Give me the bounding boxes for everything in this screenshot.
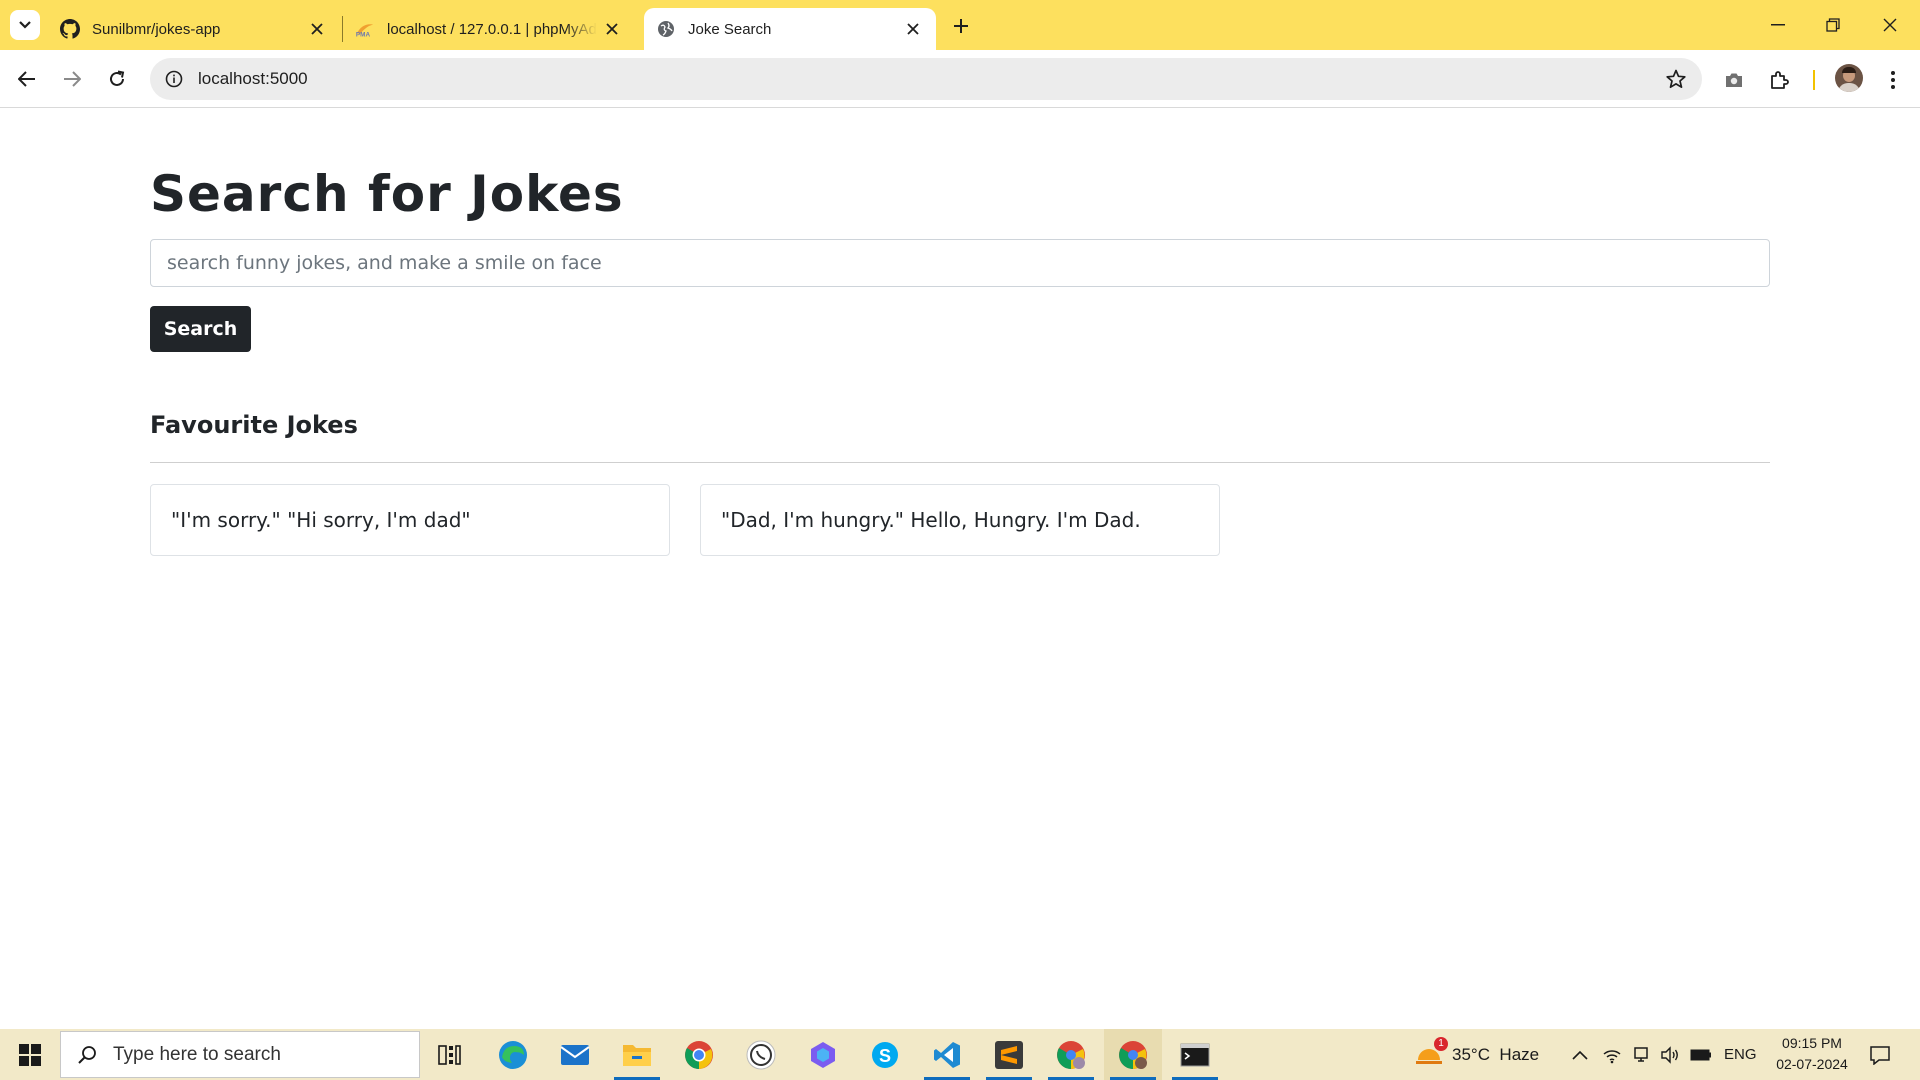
github-icon xyxy=(60,19,80,39)
skype-icon[interactable]: S xyxy=(856,1029,914,1080)
taskbar-clock[interactable]: 09:15 PM 02-07-2024 xyxy=(1764,1033,1860,1075)
browser-toolbar: localhost:5000 xyxy=(0,50,1920,108)
joke-text: "Dad, I'm hungry." Hello, Hungry. I'm Da… xyxy=(721,508,1141,532)
notification-center-icon[interactable] xyxy=(1866,1041,1894,1069)
taskbar-search-box[interactable]: Type here to search xyxy=(60,1031,420,1078)
close-window-button[interactable] xyxy=(1872,10,1908,40)
volume-icon[interactable] xyxy=(1660,1029,1680,1080)
windows-logo-icon xyxy=(19,1043,41,1066)
svg-text:PMA: PMA xyxy=(356,31,371,38)
arrow-left-icon xyxy=(18,71,35,87)
task-view-icon[interactable] xyxy=(421,1029,479,1080)
battery-icon[interactable] xyxy=(1690,1029,1712,1080)
weather-alert-badge: 1 xyxy=(1434,1036,1448,1051)
language-text: ENG xyxy=(1724,1046,1757,1063)
windows-taskbar: Type here to search S 1 35°C Haze ENG 09… xyxy=(0,1029,1920,1080)
reload-icon xyxy=(110,70,125,86)
tab-title: Joke Search xyxy=(688,20,772,38)
vscode-icon[interactable] xyxy=(918,1029,976,1080)
page-viewport: Search for Jokes Search Favourite Jokes … xyxy=(0,109,1920,1029)
mail-icon[interactable] xyxy=(546,1029,604,1080)
close-icon xyxy=(1883,18,1897,32)
toolbar-divider xyxy=(1813,70,1815,90)
tab-joke-search[interactable]: Joke Search xyxy=(644,8,936,50)
favourites-heading: Favourite Jokes xyxy=(150,411,358,439)
weather-widget[interactable]: 1 35°C Haze xyxy=(1414,1029,1539,1080)
phpmyadmin-icon: PMA xyxy=(355,19,375,39)
clock-date: 02-07-2024 xyxy=(1776,1056,1848,1072)
page-title: Search for Jokes xyxy=(150,165,624,223)
minimize-button[interactable] xyxy=(1760,10,1796,40)
joke-card: "Dad, I'm hungry." Hello, Hungry. I'm Da… xyxy=(700,484,1220,556)
profile-avatar[interactable] xyxy=(1835,64,1863,92)
tab-title: localhost / 127.0.0.1 | phpMyAdmin xyxy=(387,20,597,38)
divider xyxy=(150,462,1770,463)
weather-text: 35°C Haze xyxy=(1452,1044,1540,1064)
start-button[interactable] xyxy=(0,1029,60,1080)
copilot-icon[interactable] xyxy=(794,1029,852,1080)
whatsapp-icon[interactable] xyxy=(732,1029,790,1080)
joke-text: "I'm sorry." "Hi sorry, I'm dad" xyxy=(171,508,471,532)
close-icon[interactable] xyxy=(308,20,326,38)
weather-sun-icon: 1 xyxy=(1414,1036,1448,1070)
device-icon[interactable] xyxy=(1632,1029,1650,1080)
chevron-down-icon xyxy=(19,21,31,29)
tab-title: Sunilbmr/jokes-app xyxy=(92,20,221,38)
tab-separator xyxy=(342,16,343,42)
sublime-text-icon[interactable] xyxy=(980,1029,1038,1080)
file-explorer-icon[interactable] xyxy=(608,1029,666,1080)
chrome-profile-icon[interactable] xyxy=(1042,1029,1100,1080)
restore-button[interactable] xyxy=(1815,10,1851,40)
network-icon[interactable] xyxy=(1602,1029,1622,1080)
tab-github[interactable]: Sunilbmr/jokes-app xyxy=(50,8,340,50)
globe-icon xyxy=(656,19,676,39)
taskbar-search-placeholder: Type here to search xyxy=(113,1043,281,1065)
new-tab-button[interactable] xyxy=(948,13,974,39)
reload-button[interactable] xyxy=(104,66,130,92)
chrome-icon[interactable] xyxy=(670,1029,728,1080)
edge-icon[interactable] xyxy=(484,1029,542,1080)
minimize-icon xyxy=(1771,24,1785,26)
info-icon[interactable] xyxy=(164,69,184,89)
search-input[interactable] xyxy=(150,239,1770,287)
chrome-profile-active-icon[interactable] xyxy=(1104,1029,1162,1080)
browser-tabstrip: Sunilbmr/jokes-app PMA localhost / 127.0… xyxy=(0,0,1920,50)
language-indicator[interactable]: ENG xyxy=(1724,1029,1757,1080)
close-icon[interactable] xyxy=(603,20,621,38)
search-button[interactable]: Search xyxy=(150,306,251,352)
screenshot-camera-icon[interactable] xyxy=(1722,68,1746,92)
joke-card: "I'm sorry." "Hi sorry, I'm dad" xyxy=(150,484,670,556)
svg-text:S: S xyxy=(879,1046,891,1066)
back-button[interactable] xyxy=(14,66,40,92)
arrow-right-icon xyxy=(64,71,81,87)
tab-phpmyadmin[interactable]: PMA localhost / 127.0.0.1 | phpMyAdmin xyxy=(345,8,635,50)
forward-button[interactable] xyxy=(59,66,85,92)
tab-search-button[interactable] xyxy=(10,10,40,40)
terminal-icon[interactable] xyxy=(1166,1029,1224,1080)
search-icon xyxy=(75,1043,99,1067)
close-icon[interactable] xyxy=(904,20,922,38)
extensions-puzzle-icon[interactable] xyxy=(1768,68,1792,92)
url-text: localhost:5000 xyxy=(198,69,308,88)
address-bar[interactable]: localhost:5000 xyxy=(150,58,1702,100)
plus-icon xyxy=(954,19,968,33)
restore-icon xyxy=(1826,18,1840,32)
tray-overflow-chevron-up-icon[interactable] xyxy=(1572,1029,1588,1080)
bookmark-star-icon[interactable] xyxy=(1666,69,1686,89)
more-menu-icon[interactable] xyxy=(1881,68,1905,92)
clock-time: 09:15 PM xyxy=(1782,1035,1842,1051)
